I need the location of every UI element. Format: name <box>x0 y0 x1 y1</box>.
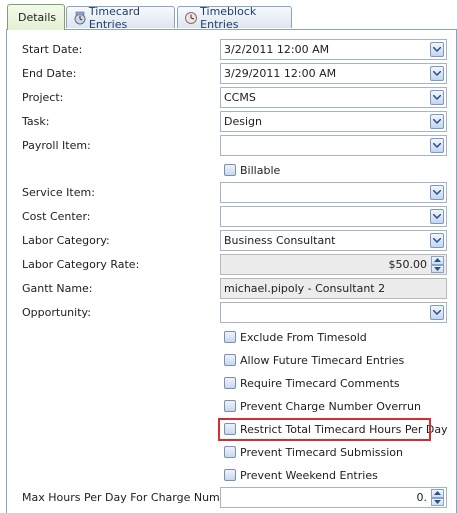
task-value: Design <box>224 115 262 128</box>
increment-button[interactable] <box>431 489 444 498</box>
labor-category-label: Labor Category: <box>22 234 110 247</box>
start-date-field[interactable]: 3/2/2011 12:00 AM <box>220 39 447 60</box>
opportunity-select[interactable] <box>220 302 447 323</box>
labor-category-rate-value: $50.00 <box>388 258 428 271</box>
chevron-down-icon[interactable] <box>430 185 444 200</box>
checkbox-label: Require Timecard Comments <box>240 376 400 390</box>
chevron-down-icon[interactable] <box>430 138 444 153</box>
prevent-charge-number-overrun-checkbox[interactable]: Prevent Charge Number Overrun <box>224 398 421 414</box>
service-item-select[interactable] <box>220 182 447 203</box>
checkbox-label: Prevent Timecard Submission <box>240 445 403 459</box>
gantt-name-field: michael.pipoly - Consultant 2 <box>220 278 447 299</box>
end-date-field[interactable]: 3/29/2011 12:00 AM <box>220 63 447 84</box>
prevent-timecard-submission-checkbox[interactable]: Prevent Timecard Submission <box>224 444 403 460</box>
checkbox-box[interactable] <box>224 164 236 176</box>
timecard-icon <box>73 11 86 25</box>
checkbox-box[interactable] <box>224 354 236 366</box>
project-value: CCMS <box>224 91 256 104</box>
labor-category-select[interactable]: Business Consultant <box>220 230 447 251</box>
billable-label: Billable <box>240 163 281 177</box>
chevron-down-icon[interactable] <box>430 305 444 320</box>
tab-timecard-entries[interactable]: Timecard Entries <box>66 4 175 31</box>
labor-category-rate-label: Labor Category Rate: <box>22 258 140 271</box>
timeblock-icon <box>184 11 197 25</box>
highlight-box <box>218 418 431 441</box>
project-select[interactable]: CCMS <box>220 87 447 108</box>
service-item-label: Service Item: <box>22 186 95 199</box>
checkbox-label: Exclude From Timesold <box>240 330 367 344</box>
tab-timeblock-entries[interactable]: Timeblock Entries <box>177 4 292 31</box>
end-date-value: 3/29/2011 12:00 AM <box>224 67 337 80</box>
task-select[interactable]: Design <box>220 111 447 132</box>
checkbox-box[interactable] <box>224 469 236 481</box>
payroll-item-label: Payroll Item: <box>22 139 91 152</box>
chevron-down-icon[interactable] <box>430 209 444 224</box>
chevron-down-icon[interactable] <box>430 233 444 248</box>
gantt-name-label: Gantt Name: <box>22 282 93 295</box>
labor-category-rate-field: $50.00 <box>220 254 447 275</box>
start-date-value: 3/2/2011 12:00 AM <box>224 43 330 56</box>
chevron-down-icon[interactable] <box>430 114 444 129</box>
end-date-label: End Date: <box>22 67 77 80</box>
chevron-down-icon[interactable] <box>430 42 444 57</box>
task-label: Task: <box>22 115 50 128</box>
tab-strip: Details Timecard Entries Timeblock Entri… <box>0 0 457 31</box>
max-hours-label: Max Hours Per Day For Charge Number: <box>22 491 242 504</box>
cost-center-label: Cost Center: <box>22 210 91 223</box>
checkbox-label: Allow Future Timecard Entries <box>240 353 405 367</box>
checkbox-label: Prevent Weekend Entries <box>240 468 378 482</box>
payroll-item-select[interactable] <box>220 135 447 156</box>
tab-timecard-entries-label: Timecard Entries <box>88 4 140 31</box>
exclude-from-timesold-checkbox[interactable]: Exclude From Timesold <box>224 329 367 345</box>
allow-future-timecard-entries-checkbox[interactable]: Allow Future Timecard Entries <box>224 352 404 368</box>
chevron-down-icon[interactable] <box>430 66 444 81</box>
project-label: Project: <box>22 91 64 104</box>
opportunity-label: Opportunity: <box>22 306 91 319</box>
checkbox-box[interactable] <box>224 446 236 458</box>
require-timecard-comments-checkbox[interactable]: Require Timecard Comments <box>224 375 400 391</box>
decrement-button[interactable] <box>431 497 444 506</box>
checkbox-box[interactable] <box>224 400 236 412</box>
checkbox-box[interactable] <box>224 377 236 389</box>
checkbox-box[interactable] <box>224 331 236 343</box>
max-hours-stepper[interactable]: 0. <box>220 487 447 508</box>
chevron-down-icon[interactable] <box>430 90 444 105</box>
billable-checkbox[interactable]: Billable <box>224 162 280 178</box>
start-date-label: Start Date: <box>22 43 83 56</box>
prevent-weekend-entries-checkbox[interactable]: Prevent Weekend Entries <box>224 467 378 483</box>
cost-center-select[interactable] <box>220 206 447 227</box>
checkbox-label: Prevent Charge Number Overrun <box>240 399 421 413</box>
stepper-icon <box>431 256 444 273</box>
stepper-icon[interactable] <box>431 489 444 506</box>
gantt-name-value: michael.pipoly - Consultant 2 <box>224 282 386 295</box>
labor-category-value: Business Consultant <box>224 234 336 247</box>
tab-details[interactable]: Details <box>7 4 65 30</box>
tab-details-label: Details <box>18 11 57 24</box>
tab-timeblock-entries-label: Timeblock Entries <box>200 4 257 31</box>
max-hours-value: 0. <box>416 491 428 504</box>
